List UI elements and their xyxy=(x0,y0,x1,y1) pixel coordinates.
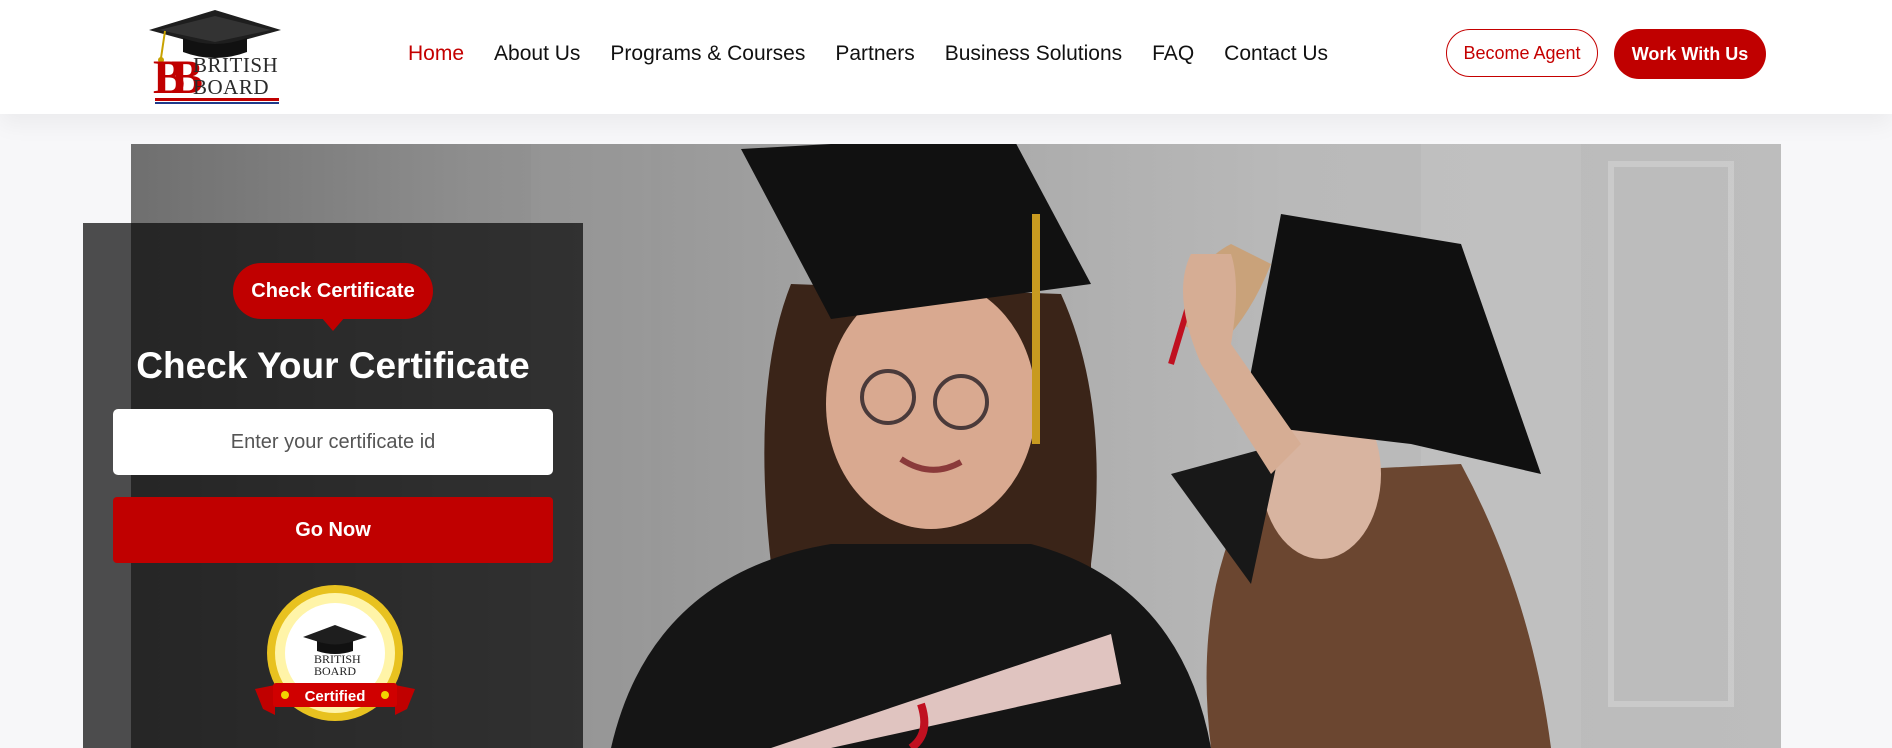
logo-underline-blue xyxy=(155,102,279,104)
british-board-logo[interactable]: BB BRITISH BOARD xyxy=(145,8,285,104)
nav-home[interactable]: Home xyxy=(408,42,464,66)
certificate-check-panel: Check Certificate Check Your Certificate… xyxy=(83,223,583,748)
work-with-us-button[interactable]: Work With Us xyxy=(1614,29,1766,79)
main-nav: Home About Us Programs & Courses Partner… xyxy=(408,42,1358,66)
site-header: BB BRITISH BOARD Home About Us Programs … xyxy=(0,0,1892,114)
become-agent-button[interactable]: Become Agent xyxy=(1446,29,1598,77)
logo-text-line1: BRITISH xyxy=(193,53,279,77)
seal-ribbon-label: Certified xyxy=(304,688,366,705)
seal-text-line2: BOARD xyxy=(314,664,357,678)
nav-contact-us[interactable]: Contact Us xyxy=(1224,42,1328,66)
nav-partners[interactable]: Partners xyxy=(835,42,914,66)
nav-programs-courses[interactable]: Programs & Courses xyxy=(610,42,805,66)
panel-title: Check Your Certificate xyxy=(136,345,530,386)
certified-seal: BRITISH BOARD Certified xyxy=(255,585,415,725)
logo-underline-red xyxy=(155,98,279,101)
nav-business-solutions[interactable]: Business Solutions xyxy=(945,42,1122,66)
nav-faq[interactable]: FAQ xyxy=(1152,42,1194,66)
logo-monogram: BB xyxy=(153,51,203,104)
nav-about-us[interactable]: About Us xyxy=(494,42,580,66)
logo-text-line2: BOARD xyxy=(193,75,270,99)
check-certificate-badge: Check Certificate xyxy=(233,263,433,331)
go-now-button[interactable]: Go Now xyxy=(113,497,553,563)
certificate-id-input[interactable] xyxy=(113,409,553,475)
